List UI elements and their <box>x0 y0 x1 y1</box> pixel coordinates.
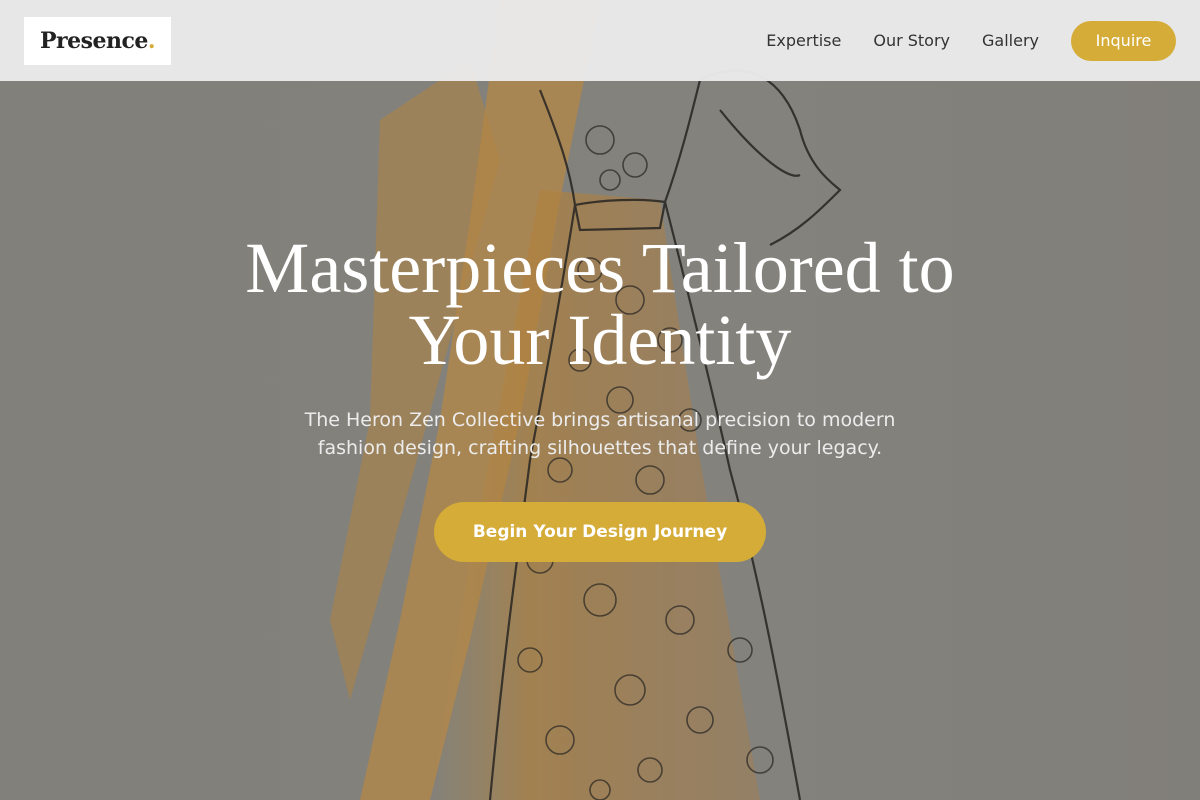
brand-logo[interactable]: Presence. <box>24 16 172 65</box>
nav-link-expertise[interactable]: Expertise <box>766 31 841 50</box>
nav-link-our-story[interactable]: Our Story <box>873 31 950 50</box>
nav-link-gallery[interactable]: Gallery <box>982 31 1039 50</box>
inquire-button[interactable]: Inquire <box>1071 20 1176 61</box>
hero-section: Masterpieces Tailored to Your Identity T… <box>0 232 1200 562</box>
top-navigation: Presence. Expertise Our Story Gallery In… <box>0 0 1200 81</box>
brand-name: Presence <box>40 27 148 54</box>
begin-design-journey-button[interactable]: Begin Your Design Journey <box>434 502 766 562</box>
hero-subtitle: The Heron Zen Collective brings artisana… <box>304 409 896 459</box>
hero-title: Masterpieces Tailored to Your Identity <box>245 228 955 380</box>
nav-links: Expertise Our Story Gallery Inquire <box>766 20 1176 61</box>
brand-dot: . <box>147 27 156 54</box>
